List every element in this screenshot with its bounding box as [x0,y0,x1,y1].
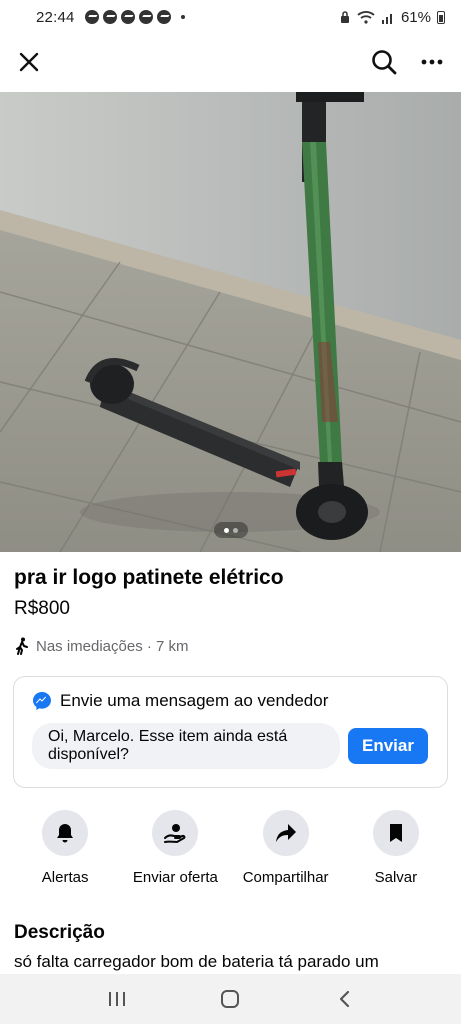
messenger-notification-icon [120,10,135,24]
back-button[interactable] [324,979,364,1019]
messenger-notification-icon [102,10,117,24]
home-icon [221,990,240,1008]
status-bar: 22:44 61% [0,0,461,34]
listing-title: pra ir logo patinete elétrico [14,566,284,589]
system-nav-bar [0,974,461,1024]
save-label: Salvar [374,869,418,886]
message-input[interactable]: Oi, Marcelo. Esse item ainda está dispon… [32,723,340,769]
listing-price: R$800 [14,598,70,619]
pager-dot-active [223,527,229,533]
description-heading: Descrição [14,922,105,943]
listing-photo[interactable] [0,92,461,552]
more-notifications-dot [180,15,185,19]
bookmark-icon [389,824,402,842]
messenger-notification-icon [156,10,171,24]
messenger-icon [33,692,51,710]
search-button[interactable] [369,47,399,77]
listing-location: Nas imediações · 7 km [14,637,189,655]
signal-icon [381,13,392,24]
message-seller-card: Envie uma mensagem ao vendedor Oi, Marce… [13,676,448,788]
alerts-label: Alertas [41,869,89,886]
alerts-circle [42,810,89,856]
recent-apps-button[interactable] [97,979,137,1019]
save-button[interactable]: Salvar [341,810,451,886]
app-header [0,34,461,90]
recent-apps-icon [108,992,125,1006]
description-text: só falta carregador bom de bateria tá pa… [14,952,379,971]
bell-icon [57,824,74,843]
send-offer-button[interactable]: Enviar oferta [120,810,230,886]
share-label: Compartilhar [242,869,329,886]
offer-circle [152,810,199,856]
location-text: Nas imediações · 7 km [36,637,189,655]
walking-icon [16,637,28,655]
photo-pager [213,522,248,538]
alarm-icon [340,10,349,23]
search-icon [372,50,397,75]
close-button[interactable] [14,47,44,77]
battery-icon [437,10,445,24]
message-card-heading: Envie uma mensagem ao vendedor [60,691,329,710]
more-icon [421,59,443,65]
notification-icons [84,10,185,24]
send-offer-label: Enviar oferta [132,869,218,886]
more-options-button[interactable] [417,47,447,77]
battery-percent: 61% [400,8,431,26]
status-right: 61% [339,9,445,26]
close-icon [19,52,39,72]
message-card-header: Envie uma mensagem ao vendedor [32,691,429,711]
home-button[interactable] [210,979,250,1019]
share-circle [262,810,309,856]
wifi-icon [357,11,375,24]
share-button[interactable]: Compartilhar [231,810,341,886]
action-row: Alertas Enviar oferta Compartilhar Salva… [0,810,461,886]
send-button[interactable]: Enviar [348,728,428,764]
messenger-notification-icon [84,10,99,24]
offer-icon [164,824,186,843]
pager-dot [232,527,238,533]
alerts-button[interactable]: Alertas [10,810,120,886]
scooter-photo-illustration [0,92,461,552]
back-icon [340,990,350,1008]
messenger-notification-icon [138,10,153,24]
status-time: 22:44 [36,8,75,26]
save-circle [372,810,419,856]
share-icon [275,824,296,842]
